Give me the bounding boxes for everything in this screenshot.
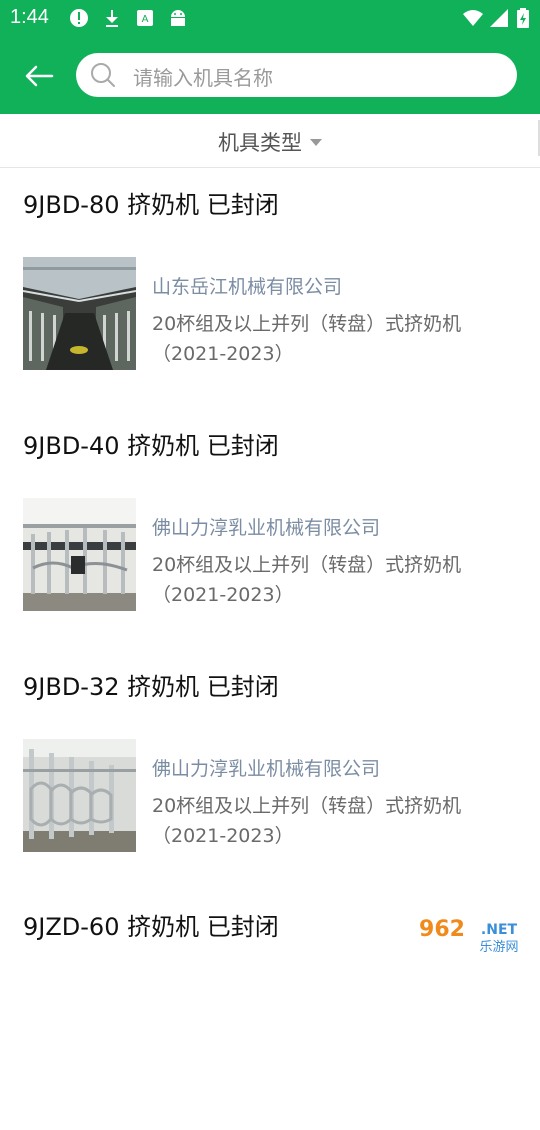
search-input[interactable]: 请输入机具名称	[76, 53, 517, 97]
item-type: 20杯组及以上并列（转盘）式挤奶机	[152, 554, 462, 576]
list-item[interactable]: 9JBD-80 挤奶机 已封闭 山东岳江机械有限公司 20杯组及以上并列（转盘）…	[0, 168, 540, 408]
battery-icon	[517, 8, 529, 28]
item-title: 9JBD-40 挤奶机 已封闭	[23, 432, 279, 460]
item-title: 9JZD-60 挤奶机 已封闭	[23, 913, 279, 941]
item-thumbnail	[23, 257, 136, 370]
item-years: （2021-2023）	[152, 584, 294, 606]
app-bar: 请输入机具名称	[0, 36, 540, 114]
download-icon	[106, 10, 118, 27]
search-icon	[91, 63, 115, 87]
wifi-icon	[463, 10, 483, 26]
item-title: 9JBD-32 挤奶机 已封闭	[23, 673, 279, 701]
list-item[interactable]: 9JBD-40 挤奶机 已封闭 佛山力淳乳业机械有限公司 20杯组及以上并列（转…	[0, 409, 540, 649]
filter-bar: 机具类型	[0, 114, 540, 168]
item-company: 佛山力淳乳业机械有限公司	[152, 758, 381, 780]
item-years: （2021-2023）	[152, 343, 294, 365]
svg-text:.NET: .NET	[481, 922, 518, 938]
back-button[interactable]	[16, 54, 60, 98]
item-thumbnail	[23, 739, 136, 852]
caret-down-icon	[310, 139, 322, 146]
item-thumbnail	[23, 498, 136, 611]
item-company: 佛山力淳乳业机械有限公司	[152, 517, 381, 539]
filter-label: 机具类型	[218, 131, 302, 155]
back-arrow-icon	[25, 65, 54, 87]
item-company: 山东岳江机械有限公司	[152, 276, 343, 298]
list-item[interactable]: 9JBD-32 挤奶机 已封闭 佛山力淳乳业机械有限公司 20杯组及以上并列（转…	[0, 650, 540, 890]
machine-type-filter[interactable]: 机具类型	[0, 114, 540, 167]
svg-text:962: 962	[419, 917, 465, 942]
alert-icon	[70, 9, 88, 27]
svg-text:乐游网: 乐游网	[479, 940, 518, 955]
watermark-logo: 962 .NET 乐游网	[402, 912, 534, 956]
search-placeholder: 请输入机具名称	[133, 66, 273, 90]
svg-text:A: A	[142, 14, 149, 25]
android-icon	[171, 10, 185, 26]
item-type: 20杯组及以上并列（转盘）式挤奶机	[152, 313, 462, 335]
signal-icon	[490, 9, 508, 27]
item-years: （2021-2023）	[152, 825, 294, 847]
item-title: 9JBD-80 挤奶机 已封闭	[23, 191, 279, 219]
status-bar: 1:44 A	[0, 0, 540, 36]
app-notification-icon: A	[137, 10, 153, 26]
status-time: 1:44	[10, 6, 49, 28]
item-type: 20杯组及以上并列（转盘）式挤奶机	[152, 795, 462, 817]
